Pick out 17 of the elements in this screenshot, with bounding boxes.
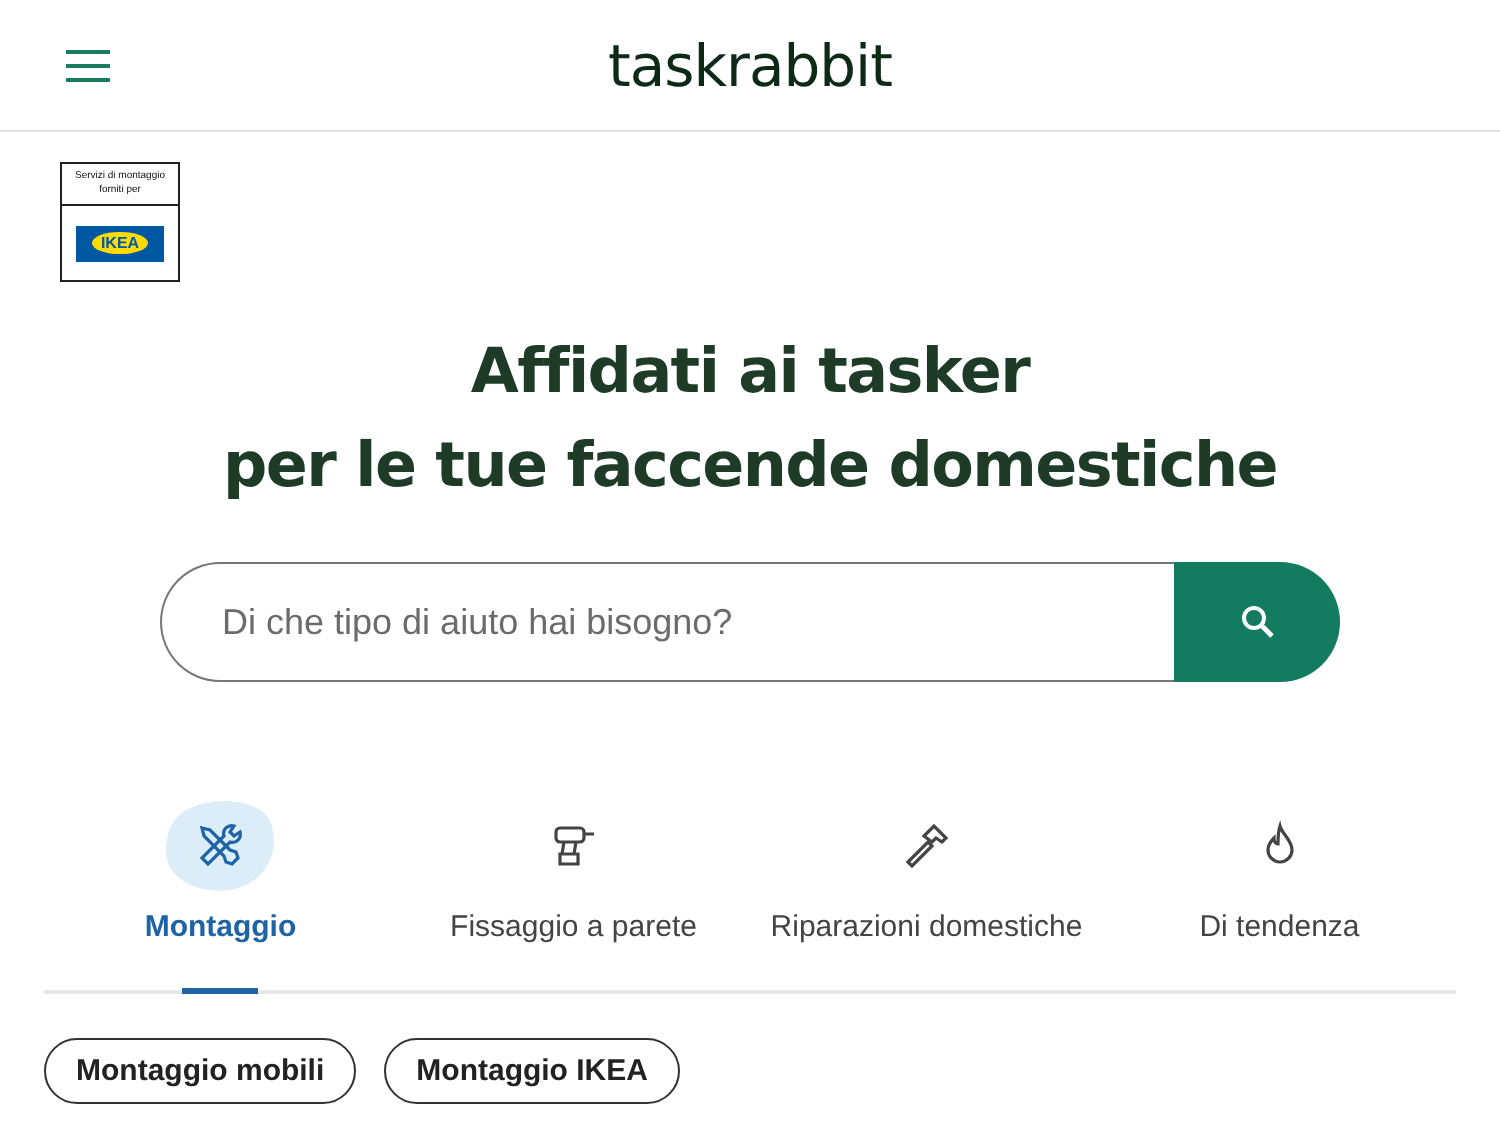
hero-title: Affidati ai tasker (470, 334, 1030, 412)
category-tab[interactable]: Riparazioni domestiche (750, 798, 1103, 990)
tab-highlight (166, 800, 275, 891)
category-tab[interactable]: Di tendenza (1103, 798, 1456, 990)
hero-title: per le tue faccende domestiche (223, 428, 1277, 506)
category-chip[interactable]: Montaggio mobili (44, 1038, 357, 1104)
hammer-icon (900, 820, 953, 872)
category-tab[interactable]: Montaggio (44, 798, 397, 990)
logo[interactable]: taskrabbit (608, 31, 892, 99)
menu-icon[interactable] (66, 50, 110, 82)
category-chip[interactable]: Montaggio IKEA (384, 1038, 680, 1104)
category-tab[interactable]: Fissaggio a parete (397, 798, 750, 990)
tools-icon (194, 820, 247, 872)
partner-logo: IKEA (76, 225, 164, 261)
search-icon (1239, 604, 1275, 640)
search-button[interactable] (1174, 562, 1340, 682)
search-field[interactable]: Di che tipo di aiuto hai bisogno? (160, 562, 1174, 682)
